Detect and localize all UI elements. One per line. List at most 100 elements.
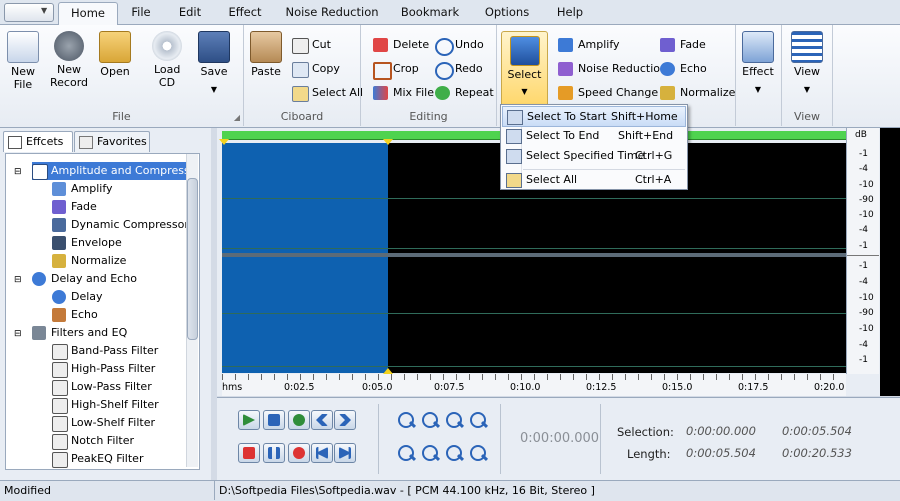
redo-button[interactable]: Redo [433,59,483,80]
mix-file-label: Mix File [393,86,434,99]
selection-end-marker-icon[interactable] [383,139,393,145]
cut-label: Cut [312,38,331,51]
go-to-end-button[interactable] [334,443,356,463]
load-cd-button[interactable]: Load CD [150,31,184,89]
zoom-full-button[interactable] [468,410,489,430]
mix-file-button[interactable]: Mix File [371,83,434,103]
copy-label: Copy [312,62,340,75]
echo-button[interactable]: Echo [658,59,707,79]
play-selection-button[interactable] [288,410,310,430]
tree-collapse-icon[interactable]: ⊟ [14,325,22,343]
zoom-in-horizontal-button[interactable] [396,410,417,430]
tree-item-low-shelf[interactable]: Low-Shelf Filter [52,414,155,432]
tree-item-amplify[interactable]: Amplify [52,180,113,198]
time-ruler[interactable]: hms 0:02.5 0:05.0 0:07.5 0:10.0 0:12.5 0… [222,374,846,396]
menu-item-select-to-end[interactable]: Select To End Shift+End [502,126,686,145]
tree-collapse-icon[interactable]: ⊟ [14,271,22,289]
delete-button[interactable]: Delete [371,35,429,55]
stop-button[interactable] [238,443,260,463]
tree-item-high-pass[interactable]: High-Pass Filter [52,360,155,378]
low-pass-icon [52,380,68,396]
rewind-button[interactable] [311,410,333,430]
select-all-icon [292,86,309,102]
tree-item-peakeq[interactable]: PeakEQ Filter [52,450,143,468]
play-button[interactable] [238,410,260,430]
save-button[interactable]: Save ▼ [196,31,232,96]
menu-item-select-to-start[interactable]: Select To Start Shift+Home [502,106,686,127]
tree-item-envelope[interactable]: Envelope [52,234,122,252]
tab-noise-reduction[interactable]: Noise Reduction [284,2,380,24]
cut-button[interactable]: Cut [290,35,331,55]
amplify-button[interactable]: Amplify [556,35,620,55]
tree-item-high-shelf[interactable]: High-Shelf Filter [52,396,159,414]
select-all-button[interactable]: Select All [290,83,363,103]
tree-item-echo[interactable]: Echo [52,306,98,324]
selection-end-time: 0:00:05.504 [782,424,852,438]
zoom-out-horizontal-button[interactable] [420,410,441,430]
tree-node-delay[interactable]: Delay and Echo [32,270,137,288]
view-button[interactable]: View ▼ [790,31,824,96]
zoom-right-button[interactable] [468,443,489,463]
db-tick-label: -10 [859,293,874,303]
selection-start-marker-icon[interactable] [219,139,229,145]
paste-button[interactable]: Paste [248,31,284,78]
selection-start-time: 0:00:00.000 [686,424,756,438]
new-record-button[interactable]: New Record [48,31,90,89]
tree-item-band-pass[interactable]: Band-Pass Filter [52,342,158,360]
normalize-button[interactable]: Normalize [658,83,735,103]
record-button[interactable] [288,443,310,463]
tab-options[interactable]: Options [480,2,534,24]
db-tick-label: -4 [859,340,868,350]
undo-button[interactable]: Undo [433,35,484,56]
speed-change-button[interactable]: Speed Change [556,83,658,103]
dialog-launcher-icon[interactable]: ◢ [234,113,240,122]
tree-item-low-pass[interactable]: Low-Pass Filter [52,378,152,396]
tree-collapse-icon[interactable]: ⊟ [14,163,22,181]
ruler-label: 0:15.0 [662,382,693,393]
tab-home[interactable]: Home [58,2,118,25]
tree-item-normalize[interactable]: Normalize [52,252,126,270]
waveform-selection[interactable] [222,143,388,373]
repeat-button[interactable]: Repeat [433,83,494,103]
go-to-start-button[interactable] [311,443,333,463]
pause-button[interactable] [263,443,285,463]
new-file-button[interactable]: New File [6,31,40,91]
tab-effects[interactable]: Effcets [3,131,73,152]
mix-file-icon [373,86,388,100]
zoom-left-button[interactable] [444,443,465,463]
effect-button[interactable]: Effect ▼ [740,31,776,96]
tree-node-amplitude[interactable]: Amplitude and Compressi [32,162,198,180]
fade-icon [52,200,66,214]
tree-scrollbar-thumb[interactable] [187,178,198,340]
ruler-label: 0:07.5 [434,382,465,393]
crop-button[interactable]: Crop [371,59,419,80]
tab-effect[interactable]: Effect [222,2,268,24]
application-menu-button[interactable]: ▼ [4,3,54,22]
tree-item-fade[interactable]: Fade [52,198,97,216]
tab-favorites[interactable]: Favorites [74,131,150,152]
select-button[interactable]: Select ▼ [501,31,548,107]
loop-button[interactable] [263,410,285,430]
fast-forward-button[interactable] [334,410,356,430]
menu-item-select-specified-time[interactable]: Select Specified Time Ctrl+G [502,146,686,165]
tree-item-dynamic-compressor[interactable]: Dynamic Compressor [52,216,189,234]
favorites-tab-icon [79,136,93,149]
tab-help[interactable]: Help [552,2,588,24]
tab-edit[interactable]: Edit [172,2,208,24]
open-button[interactable]: Open [98,31,132,78]
chevron-down-icon: ▼ [210,85,218,94]
copy-button[interactable]: Copy [290,59,340,79]
tree-node-filters[interactable]: Filters and EQ [32,324,127,342]
zoom-in-vertical-button[interactable] [396,443,417,463]
zoom-selection-button[interactable] [444,410,465,430]
zoom-out-vertical-button[interactable] [420,443,441,463]
menu-item-select-all[interactable]: Select All Ctrl+A [502,170,686,189]
tab-file[interactable]: File [122,2,160,24]
tree-item-delay[interactable]: Delay [52,288,103,306]
tab-bookmark[interactable]: Bookmark [398,2,462,24]
view-group: View ▼ View [782,25,833,126]
select-waveform-icon [509,36,540,66]
tree-item-notch[interactable]: Notch Filter [52,432,134,450]
noise-reduction-button[interactable]: Noise Reduction [556,59,667,79]
fade-button[interactable]: Fade [658,35,706,55]
